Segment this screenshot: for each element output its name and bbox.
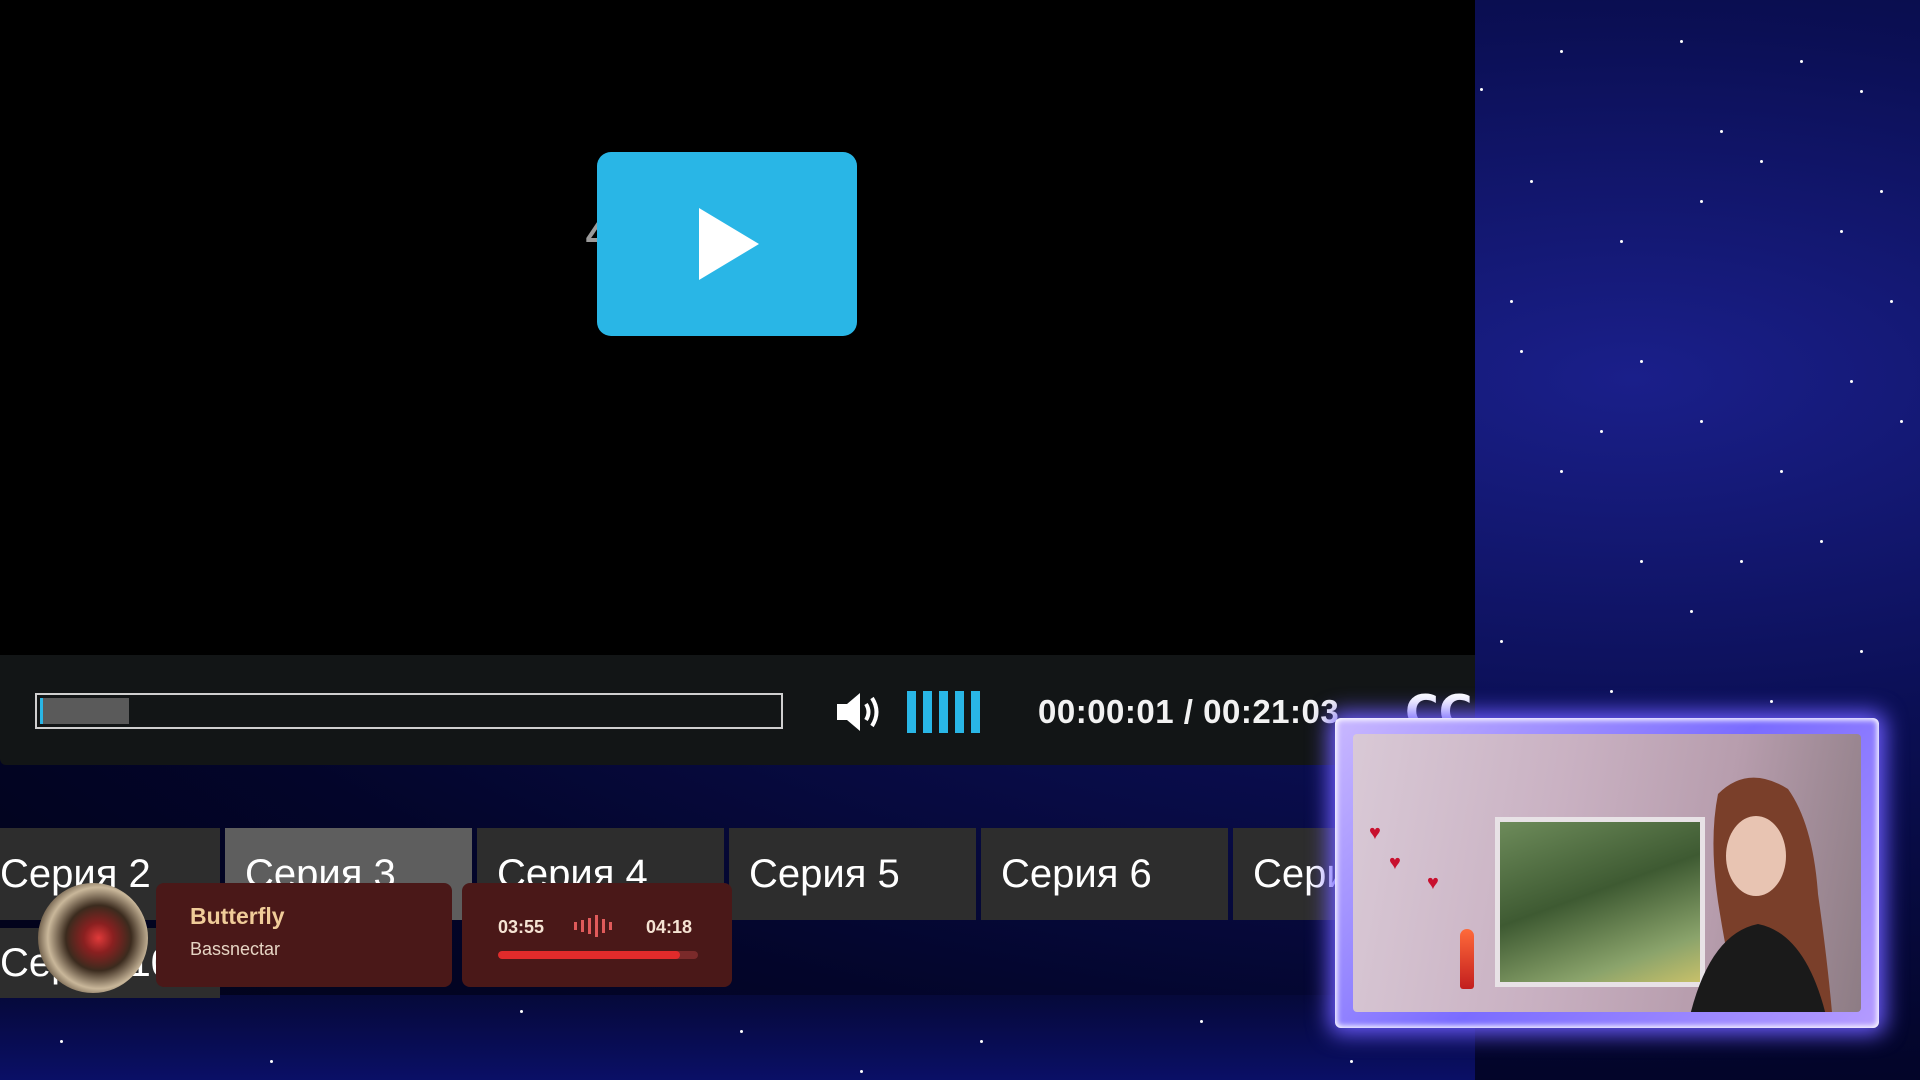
volume-level-bar[interactable] bbox=[955, 691, 964, 733]
track-duration: 04:18 bbox=[646, 917, 693, 937]
volume-level-bar[interactable] bbox=[923, 691, 932, 733]
star bbox=[1880, 190, 1883, 193]
star bbox=[1520, 350, 1523, 353]
heart-decoration-icon: ♥ bbox=[1369, 822, 1381, 844]
star bbox=[1480, 88, 1483, 91]
star bbox=[60, 1040, 63, 1043]
volume-icon[interactable] bbox=[833, 689, 885, 735]
seek-bar-buffered bbox=[40, 698, 129, 724]
streamer-silhouette bbox=[1690, 777, 1832, 1012]
star bbox=[1760, 160, 1763, 163]
star bbox=[1350, 1060, 1353, 1063]
star bbox=[1530, 180, 1533, 183]
video-area[interactable]: 4 bbox=[0, 0, 1475, 655]
star bbox=[1780, 470, 1783, 473]
star bbox=[1680, 40, 1683, 43]
star bbox=[1560, 50, 1563, 53]
total-time: 00:21:03 bbox=[1203, 693, 1340, 730]
album-art bbox=[38, 883, 148, 993]
lava-lamp bbox=[1460, 929, 1474, 989]
star bbox=[1500, 640, 1503, 643]
equalizer-icon bbox=[574, 915, 612, 937]
star bbox=[1860, 90, 1863, 93]
track-progress-fill bbox=[498, 951, 680, 959]
webcam-frame: ♥ ♥ ♥ bbox=[1335, 718, 1879, 1028]
seek-bar[interactable] bbox=[35, 693, 783, 729]
star bbox=[740, 1030, 743, 1033]
starfield-strip bbox=[0, 995, 1475, 1080]
volume-level-bar[interactable] bbox=[971, 691, 980, 733]
star bbox=[1690, 610, 1693, 613]
track-progress-card: 03:55 04:18 bbox=[462, 883, 732, 987]
star bbox=[1840, 230, 1843, 233]
star bbox=[1800, 60, 1803, 63]
star bbox=[1510, 300, 1513, 303]
star bbox=[1200, 1020, 1203, 1023]
seek-bar-playhead[interactable] bbox=[40, 698, 43, 724]
track-progress-bar bbox=[498, 951, 698, 959]
track-elapsed: 03:55 bbox=[498, 917, 545, 937]
track-info-card: Butterfly Bassnectar bbox=[156, 883, 452, 987]
player-control-bar: 00:00:01 / 00:21:03 CC bbox=[0, 655, 1475, 765]
star bbox=[1610, 690, 1613, 693]
heart-decoration-icon: ♥ bbox=[1389, 852, 1401, 874]
time-separator: / bbox=[1183, 693, 1194, 730]
volume-level-bars[interactable] bbox=[907, 691, 980, 733]
star bbox=[1900, 420, 1903, 423]
star bbox=[1740, 560, 1743, 563]
star bbox=[1700, 420, 1703, 423]
track-artist: Bassnectar bbox=[190, 939, 281, 959]
play-button[interactable] bbox=[597, 152, 857, 336]
star bbox=[270, 1060, 273, 1063]
star bbox=[1890, 300, 1893, 303]
star bbox=[1640, 560, 1643, 563]
star bbox=[1770, 700, 1773, 703]
episode-tab[interactable]: Серия 6 bbox=[981, 828, 1228, 920]
play-icon bbox=[699, 208, 759, 280]
star bbox=[520, 1010, 523, 1013]
current-time: 00:00:01 bbox=[1038, 693, 1175, 730]
volume-level-bar[interactable] bbox=[939, 691, 948, 733]
track-title: Butterfly bbox=[190, 903, 285, 929]
star bbox=[1640, 360, 1643, 363]
star bbox=[1850, 380, 1853, 383]
star bbox=[1700, 200, 1703, 203]
episode-tab[interactable]: Серия 5 bbox=[729, 828, 976, 920]
star bbox=[860, 1070, 863, 1073]
star bbox=[1720, 130, 1723, 133]
volume-level-bar[interactable] bbox=[907, 691, 916, 733]
webcam-feed: ♥ ♥ ♥ bbox=[1353, 734, 1861, 1012]
star bbox=[980, 1040, 983, 1043]
star bbox=[1600, 430, 1603, 433]
time-readout: 00:00:01 / 00:21:03 bbox=[1038, 693, 1339, 731]
star bbox=[1560, 470, 1563, 473]
star bbox=[1820, 540, 1823, 543]
star bbox=[1860, 650, 1863, 653]
heart-decoration-icon: ♥ bbox=[1427, 872, 1439, 894]
star bbox=[1620, 240, 1623, 243]
